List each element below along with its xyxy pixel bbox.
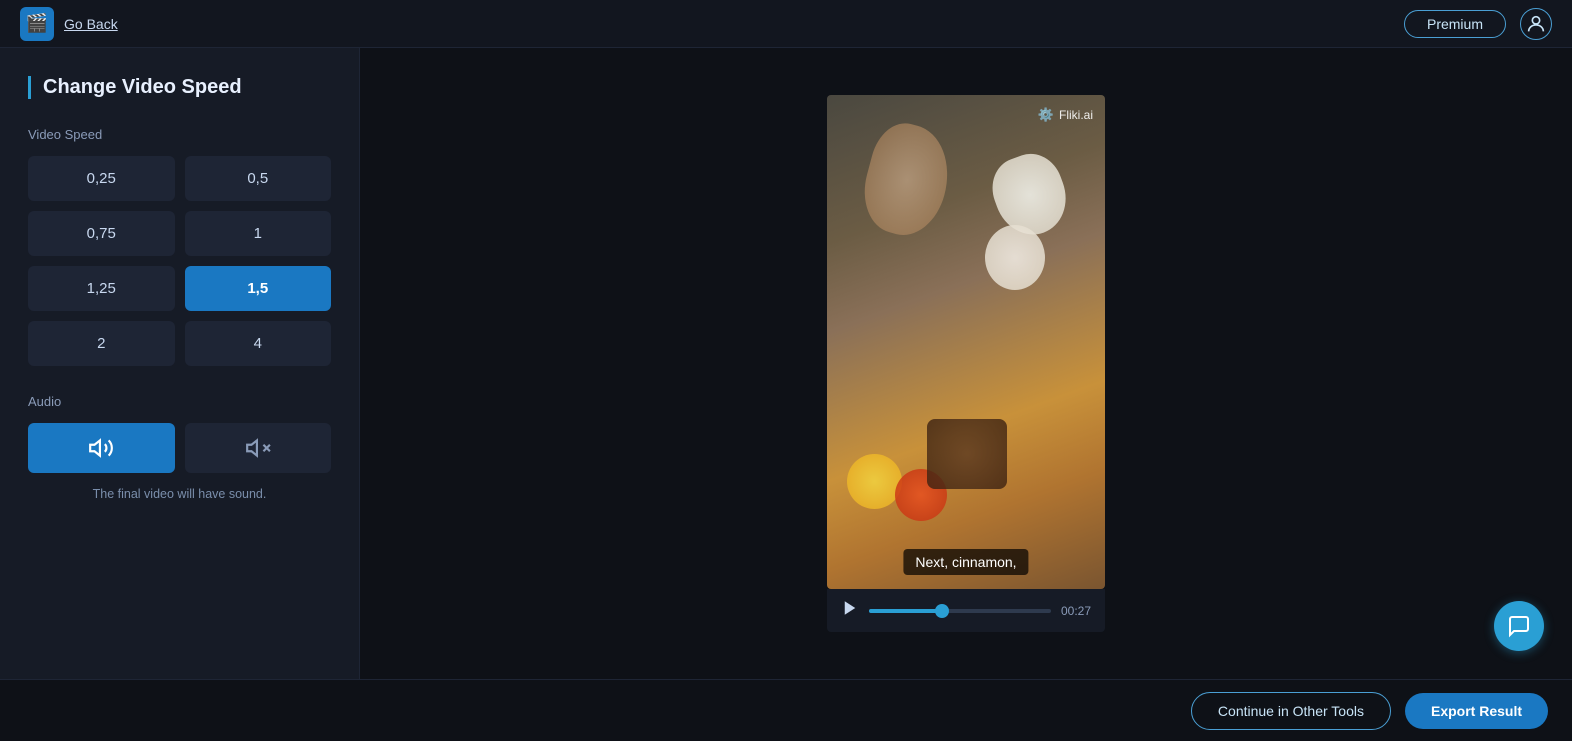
progress-thumb bbox=[935, 604, 949, 618]
video-subtitle: Next, cinnamon, bbox=[903, 549, 1028, 575]
user-avatar[interactable] bbox=[1520, 8, 1552, 40]
speed-btn-075[interactable]: 0,75 bbox=[28, 211, 175, 256]
speed-btn-1[interactable]: 1 bbox=[185, 211, 332, 256]
speed-btn-2[interactable]: 2 bbox=[28, 321, 175, 366]
video-container: ⚙️ Fliki.ai Next, cinnamon, 00:27 bbox=[827, 95, 1105, 632]
export-button[interactable]: Export Result bbox=[1405, 693, 1548, 729]
go-back-link[interactable]: Go Back bbox=[64, 16, 118, 32]
app-header: 🎬 Go Back Premium bbox=[0, 0, 1572, 48]
speed-grid: 0,25 0,5 0,75 1 1,25 1,5 2 4 bbox=[28, 156, 331, 366]
speed-section-label: Video Speed bbox=[28, 127, 331, 142]
progress-fill bbox=[869, 609, 942, 613]
progress-bar[interactable] bbox=[869, 609, 1051, 613]
left-panel: Change Video Speed Video Speed 0,25 0,5 … bbox=[0, 48, 360, 679]
play-button[interactable] bbox=[841, 599, 859, 622]
speed-btn-025[interactable]: 0,25 bbox=[28, 156, 175, 201]
speed-btn-4[interactable]: 4 bbox=[185, 321, 332, 366]
video-frame: ⚙️ Fliki.ai Next, cinnamon, bbox=[827, 95, 1105, 589]
time-display: 00:27 bbox=[1061, 604, 1091, 618]
audio-on-button[interactable] bbox=[28, 423, 175, 473]
speed-btn-125[interactable]: 1,25 bbox=[28, 266, 175, 311]
bottom-bar: Continue in Other Tools Export Result bbox=[0, 679, 1572, 741]
video-watermark: ⚙️ Fliki.ai bbox=[1038, 107, 1093, 123]
header-right: Premium bbox=[1404, 8, 1552, 40]
audio-note: The final video will have sound. bbox=[28, 487, 331, 501]
video-area: ⚙️ Fliki.ai Next, cinnamon, 00:27 bbox=[360, 48, 1572, 679]
audio-off-button[interactable] bbox=[185, 423, 332, 473]
premium-button[interactable]: Premium bbox=[1404, 10, 1506, 38]
continue-button[interactable]: Continue in Other Tools bbox=[1191, 692, 1391, 730]
watermark-text: Fliki.ai bbox=[1059, 108, 1093, 122]
speed-btn-05[interactable]: 0,5 bbox=[185, 156, 332, 201]
fliki-gear-icon: ⚙️ bbox=[1038, 107, 1054, 123]
audio-grid bbox=[28, 423, 331, 473]
chat-bubble-button[interactable] bbox=[1494, 601, 1544, 651]
panel-title: Change Video Speed bbox=[28, 76, 331, 99]
video-controls: 00:27 bbox=[827, 589, 1105, 632]
header-left: 🎬 Go Back bbox=[20, 7, 118, 41]
speed-btn-15[interactable]: 1,5 bbox=[185, 266, 332, 311]
main-content: Change Video Speed Video Speed 0,25 0,5 … bbox=[0, 48, 1572, 679]
app-logo: 🎬 bbox=[20, 7, 54, 41]
audio-section-label: Audio bbox=[28, 394, 331, 409]
